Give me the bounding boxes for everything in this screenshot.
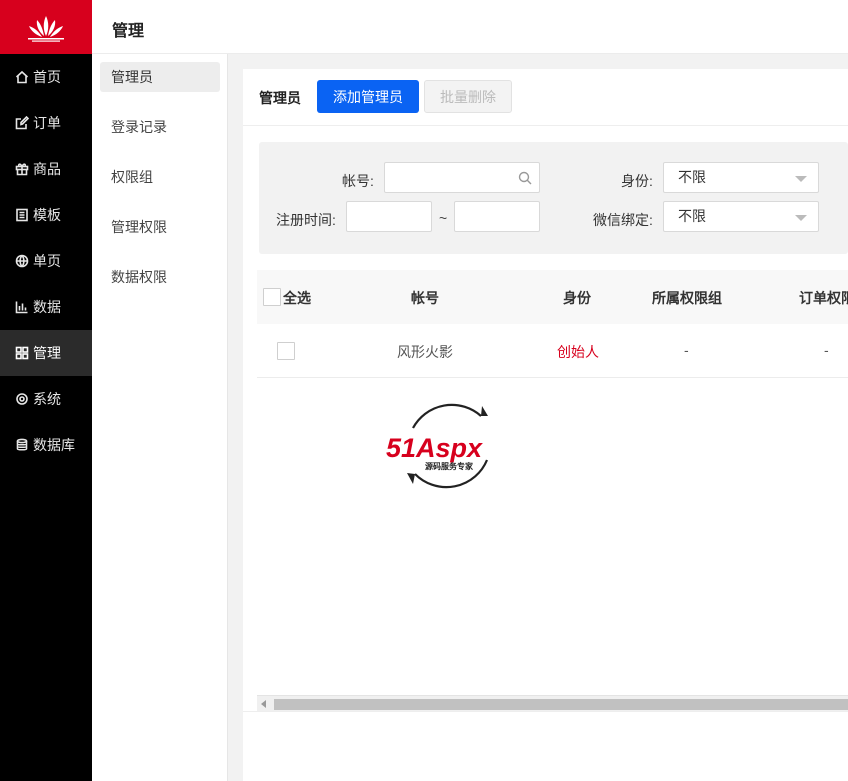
submenu-item-manage-permissions[interactable]: 管理权限	[100, 212, 220, 242]
account-search-input[interactable]	[384, 162, 540, 193]
main-nav: 首页 订单 商品 模板 单页 数据 管理 系统 数据库	[0, 0, 92, 781]
date-range-separator: ~	[439, 210, 448, 226]
nav-item-label: 系统	[33, 391, 61, 407]
nav-item-products[interactable]: 商品	[0, 146, 92, 192]
grid-icon	[15, 346, 29, 360]
table-row[interactable]: 风形火影 创始人 - -	[257, 324, 848, 378]
column-header-permission-group: 所属权限组	[652, 290, 722, 306]
nav-item-label: 数据	[33, 299, 61, 315]
scroll-left-icon[interactable]	[261, 700, 266, 708]
nav-item-label: 商品	[33, 161, 61, 177]
nav-item-system[interactable]: 系统	[0, 376, 92, 422]
column-header-role: 身份	[563, 290, 591, 306]
filter-form: 帐号: 身份: 不限 注册时间: ~ 微信绑定: 不限	[259, 142, 848, 254]
select-all-label[interactable]: 全选	[283, 288, 311, 308]
scrollbar-thumb[interactable]	[274, 699, 848, 710]
register-time-label: 注册时间:	[276, 212, 336, 228]
register-date-from-input[interactable]	[346, 201, 432, 232]
divider	[243, 711, 848, 712]
content-panel: 管理员 添加管理员 批量删除 帐号: 身份: 不限 注册时间: ~ 微信绑定: …	[243, 69, 848, 781]
account-cell: 风形火影	[397, 344, 453, 360]
edit-icon	[15, 116, 29, 130]
nav-item-label: 模板	[33, 207, 61, 223]
register-date-to-input[interactable]	[454, 201, 540, 232]
nav-item-data[interactable]: 数据	[0, 284, 92, 330]
logo[interactable]	[0, 0, 92, 54]
wechat-bind-label: 微信绑定:	[593, 212, 653, 228]
panel-title: 管理员	[259, 90, 301, 106]
wechat-bind-select[interactable]: 不限	[663, 201, 819, 232]
column-header-account: 帐号	[411, 290, 439, 306]
nav-item-orders[interactable]: 订单	[0, 100, 92, 146]
panel-toolbar: 管理员 添加管理员 批量删除	[243, 69, 848, 126]
lotus-logo-icon	[28, 16, 64, 42]
nav-item-pages[interactable]: 单页	[0, 238, 92, 284]
nav-item-database[interactable]: 数据库	[0, 422, 92, 468]
chevron-down-icon	[795, 215, 807, 221]
nav-item-label: 数据库	[33, 437, 75, 453]
order-permission-cell: -	[824, 342, 829, 358]
page-title: 管理	[112, 23, 145, 40]
submenu-item-login-records[interactable]: 登录记录	[100, 112, 220, 142]
nav-item-label: 首页	[33, 69, 61, 85]
gear-icon	[15, 392, 29, 406]
role-cell: 创始人	[557, 344, 599, 360]
batch-delete-button[interactable]: 批量删除	[424, 80, 512, 113]
nav-item-label: 订单	[33, 115, 61, 131]
home-icon	[15, 70, 29, 84]
nav-item-templates[interactable]: 模板	[0, 192, 92, 238]
wechat-select-value: 不限	[678, 208, 706, 224]
bar-chart-icon	[15, 300, 29, 314]
submenu-item-permission-groups[interactable]: 权限组	[100, 162, 220, 192]
template-icon	[15, 208, 29, 222]
horizontal-scrollbar[interactable]	[257, 695, 848, 712]
nav-item-manage[interactable]: 管理	[0, 330, 92, 376]
add-admin-button[interactable]: 添加管理员	[317, 80, 419, 113]
submenu-item-data-permissions[interactable]: 数据权限	[100, 262, 220, 292]
column-header-order-permission: 订单权限	[799, 290, 848, 306]
submenu-item-admins[interactable]: 管理员	[100, 62, 220, 92]
role-select[interactable]: 不限	[663, 162, 819, 193]
watermark-logo: 51Aspx 源码服务专家	[385, 402, 515, 494]
database-icon	[15, 438, 29, 452]
account-label: 帐号:	[342, 173, 374, 189]
sub-menu: 管理员 登录记录 权限组 管理权限 数据权限	[92, 54, 228, 781]
row-checkbox[interactable]	[277, 342, 295, 360]
nav-item-label: 管理	[33, 345, 61, 361]
top-header: 管理	[92, 0, 848, 54]
select-all-checkbox[interactable]	[263, 288, 281, 306]
role-select-value: 不限	[678, 169, 706, 185]
permission-group-cell: -	[684, 342, 689, 358]
nav-item-label: 单页	[33, 253, 61, 269]
chevron-down-icon	[795, 176, 807, 182]
nav-item-home[interactable]: 首页	[0, 54, 92, 100]
gift-icon	[15, 162, 29, 176]
watermark-slogan: 源码服务专家	[425, 461, 474, 471]
search-icon[interactable]	[518, 171, 532, 185]
table-header: 全选 帐号 身份 所属权限组 订单权限	[257, 270, 848, 324]
globe-icon	[15, 254, 29, 268]
role-label: 身份:	[621, 173, 653, 189]
watermark-brand: 51Aspx	[386, 433, 483, 463]
